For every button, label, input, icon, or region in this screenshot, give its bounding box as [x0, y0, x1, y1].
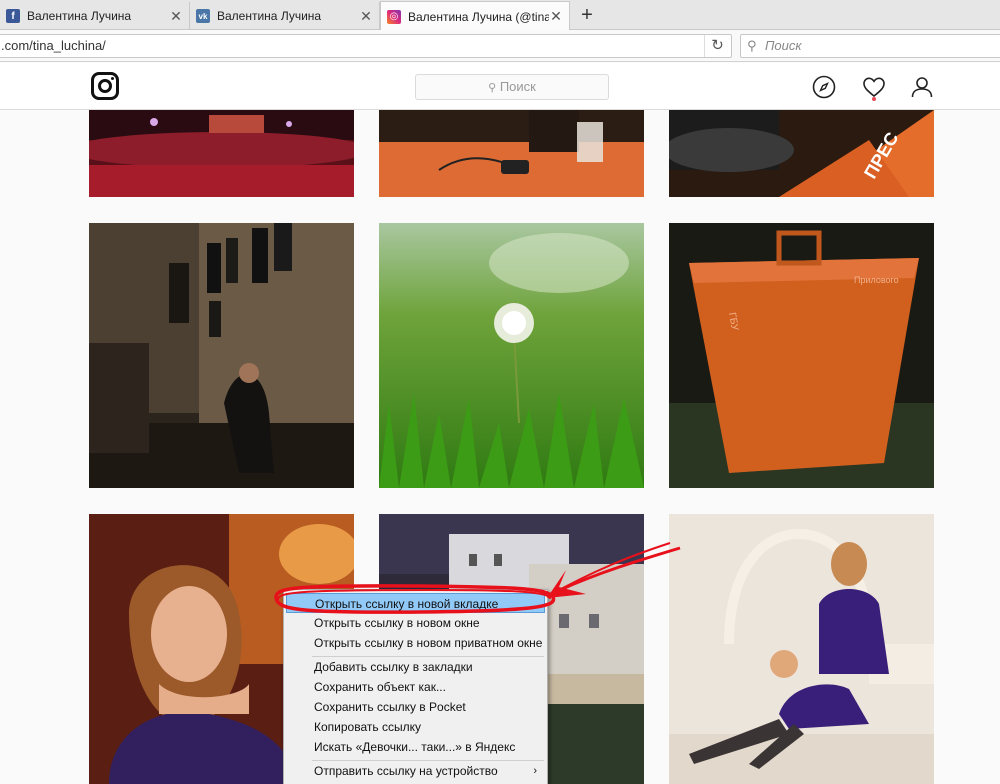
menu-item-bookmark-link[interactable]: Добавить ссылку в закладки: [286, 657, 545, 677]
menu-item-send-to-device[interactable]: Отправить ссылку на устройство ›: [286, 761, 545, 781]
tab-vk[interactable]: vk Валентина Лучина ✕: [190, 2, 380, 30]
menu-item-open-new-window[interactable]: Открыть ссылку в новом окне: [286, 613, 545, 633]
instagram-search-placeholder: Поиск: [499, 79, 536, 94]
compass-icon[interactable]: [812, 75, 836, 99]
close-icon[interactable]: ✕: [549, 8, 563, 25]
instagram-icon: ◎: [387, 9, 401, 24]
search-icon: ⚲: [747, 38, 757, 53]
menu-item-open-private-window[interactable]: Открыть ссылку в новом приватном окне: [286, 633, 545, 653]
menu-item-search-yandex[interactable]: Искать «Девочки... таки...» в Яндекс: [286, 737, 545, 757]
profile-icon[interactable]: [910, 75, 934, 99]
heart-icon[interactable]: [862, 75, 886, 99]
photo-tile[interactable]: [379, 110, 644, 197]
photo-tile[interactable]: ГБУ Прилового: [669, 223, 934, 488]
close-icon[interactable]: ✕: [359, 8, 373, 25]
tab-instagram[interactable]: ◎ Валентина Лучина (@tina_l ✕: [380, 1, 570, 31]
search-icon: ⚲: [488, 82, 497, 94]
tab-title: Валентина Лучина: [217, 9, 322, 23]
instagram-logo-icon[interactable]: [91, 72, 119, 100]
tab-title: Валентина Лучина: [27, 9, 132, 23]
photo-tile[interactable]: [89, 110, 354, 197]
instagram-search-input[interactable]: ⚲ Поиск: [415, 74, 609, 100]
menu-item-open-new-tab[interactable]: Открыть ссылку в новой вкладке: [286, 593, 545, 613]
menu-item-copy-link[interactable]: Копировать ссылку: [286, 717, 545, 737]
reload-icon[interactable]: ↻: [704, 35, 730, 57]
facebook-icon: f: [6, 9, 20, 23]
photo-tile[interactable]: [669, 514, 934, 784]
menu-item-save-object[interactable]: Сохранить объект как...: [286, 677, 545, 697]
tab-title: Валентина Лучина (@tina_l: [408, 9, 549, 24]
new-tab-button[interactable]: +: [576, 4, 598, 26]
browser-search-input[interactable]: ⚲ Поиск: [740, 34, 1000, 58]
navigation-bar: .com/tina_luchina/ ↻ ⚲ Поиск: [0, 30, 1000, 62]
browser-search-placeholder: Поиск: [765, 38, 802, 53]
svg-text:Прилового: Прилового: [854, 275, 899, 285]
tab-facebook[interactable]: f Валентина Лучина ✕: [0, 2, 190, 30]
url-bar[interactable]: .com/tina_luchina/: [0, 34, 732, 58]
submenu-arrow-icon: ›: [533, 765, 537, 777]
menu-item-label: Отправить ссылку на устройство: [314, 764, 498, 778]
photo-tile[interactable]: [89, 223, 354, 488]
vk-icon: vk: [196, 9, 210, 23]
notification-dot: [872, 97, 876, 101]
photo-tile[interactable]: [379, 223, 644, 488]
photo-tile[interactable]: ПРЕС: [669, 110, 934, 197]
menu-item-save-to-pocket[interactable]: Сохранить ссылку в Pocket: [286, 697, 545, 717]
close-icon[interactable]: ✕: [169, 8, 183, 25]
browser-tab-strip: f Валентина Лучина ✕ vk Валентина Лучина…: [0, 0, 1000, 31]
instagram-header: ⚲ Поиск: [0, 63, 1000, 110]
context-menu: Открыть ссылку в новой вкладке Открыть с…: [283, 589, 548, 784]
